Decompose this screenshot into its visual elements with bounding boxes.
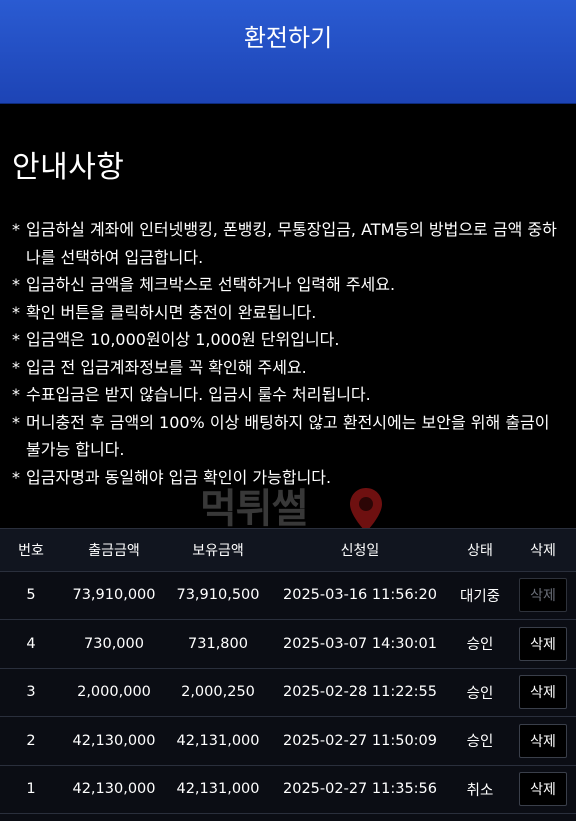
header-balance: 보유금액 <box>166 529 270 572</box>
page-header: 환전하기 <box>0 0 576 104</box>
notice-item: * 수표입금은 받지 않습니다. 입금시 룰수 처리됩니다. <box>12 381 564 409</box>
balance-amount: 731,800 <box>166 619 270 669</box>
notice-item-text: 입금 전 입금계좌정보를 꼭 확인해 주세요. <box>26 357 307 377</box>
withdraw-amount: 42,130,000 <box>62 765 166 814</box>
bullet-asterisk: * <box>12 385 20 404</box>
request-date: 2025-02-27 11:50:09 <box>270 716 450 766</box>
withdraw-amount: 730,000 <box>62 619 166 669</box>
notice-item: * 머니충전 후 금액의 100% 이상 배팅하지 않고 환전시에는 보안을 위해… <box>12 409 564 464</box>
map-pin-icon <box>350 488 382 532</box>
row-number: 4 <box>0 619 62 669</box>
header-status: 상태 <box>450 529 510 572</box>
delete-button[interactable]: 삭제 <box>519 675 567 710</box>
status-badge: 승인 <box>450 668 510 717</box>
header-number: 번호 <box>0 529 62 572</box>
delete-cell: 삭제 <box>510 765 576 814</box>
bullet-asterisk: * <box>12 220 20 239</box>
withdraw-amount: 42,130,000 <box>62 716 166 766</box>
row-number: 5 <box>0 571 62 620</box>
bullet-asterisk: * <box>12 302 20 322</box>
table-row: 3 2,000,000 2,000,250 2025-02-28 11:22:55 승인… <box>0 668 576 717</box>
notice-item-text: 입금액은 10,000원이상 1,000원 단위입니다. <box>26 330 340 349</box>
request-date: 2025-03-07 14:30:01 <box>270 619 450 669</box>
row-number: 3 <box>0 668 62 717</box>
header-withdraw-amount: 출금금액 <box>62 529 166 572</box>
status-badge: 승인 <box>450 619 510 669</box>
notice-list: * 입금하실 계좌에 인터넷뱅킹, 폰뱅킹, 무통장입금, ATM등의 방법으로 … <box>12 216 564 491</box>
table-row: 1 42,130,000 42,131,000 2025-02-27 11:35:56… <box>0 765 576 814</box>
header-delete: 삭제 <box>510 529 576 572</box>
delete-button[interactable]: 삭제 <box>519 626 567 661</box>
bullet-asterisk: * <box>12 275 20 294</box>
bullet-asterisk: * <box>12 467 20 487</box>
notice-item: * 입금자명과 동일해야 입금 확인이 가능합니다. <box>12 464 564 492</box>
bullet-asterisk: * <box>12 357 20 377</box>
bullet-asterisk: * <box>12 330 20 349</box>
bullet-asterisk: * <box>12 412 20 432</box>
notice-item: * 입금액은 10,000원이상 1,000원 단위입니다. <box>12 326 564 354</box>
balance-amount: 42,131,000 <box>166 716 270 766</box>
withdraw-history-table: 번호 출금금액 보유금액 신청일 상태 삭제 5 73,910,000 73,910… <box>0 528 576 821</box>
balance-amount: 42,131,000 <box>166 765 270 814</box>
notice-item: * 확인 버튼을 클릭하시면 충전이 완료됩니다. <box>12 299 564 327</box>
notice-item-text: 머니충전 후 금액의 100% 이상 배팅하지 않고 환전시에는 보안을 위해 … <box>26 412 550 460</box>
delete-cell: 삭제 <box>510 716 576 766</box>
page-title: 환전하기 <box>243 24 333 52</box>
notice-item: * 입금 전 입금계좌정보를 꼭 확인해 주세요. <box>12 354 564 382</box>
table-row: 5 73,910,000 73,910,500 2025-03-16 11:56:20… <box>0 571 576 620</box>
delete-cell: 삭제 <box>510 619 576 669</box>
status-badge: 대기중 <box>450 571 510 620</box>
row-number: 2 <box>0 716 62 766</box>
request-date: 2025-02-28 11:22:55 <box>270 668 450 717</box>
table-header-row: 번호 출금금액 보유금액 신청일 상태 삭제 <box>0 529 576 572</box>
table-body: 5 73,910,000 73,910,500 2025-03-16 11:56:20… <box>0 571 576 814</box>
header-request-date: 신청일 <box>270 529 450 572</box>
withdraw-amount: 73,910,000 <box>62 571 166 620</box>
delete-button[interactable]: 삭제 <box>519 723 567 758</box>
table-row: 2 42,130,000 42,131,000 2025-02-27 11:50:09… <box>0 716 576 766</box>
delete-button[interactable]: 삭제 <box>519 772 567 807</box>
notice-item-text: 확인 버튼을 클릭하시면 충전이 완료됩니다. <box>26 302 317 322</box>
notice-title: 안내사항 <box>12 150 125 185</box>
delete-cell: 삭제 <box>510 668 576 717</box>
notice-item-text: 수표입금은 받지 않습니다. 입금시 룰수 처리됩니다. <box>26 385 371 404</box>
status-badge: 승인 <box>450 716 510 766</box>
notice-item: * 입금하신 금액을 체크박스로 선택하거나 입력해 주세요. <box>12 271 564 299</box>
notice-item: * 입금하실 계좌에 인터넷뱅킹, 폰뱅킹, 무통장입금, ATM등의 방법으로 … <box>12 216 564 271</box>
row-number: 1 <box>0 765 62 814</box>
withdraw-amount: 2,000,000 <box>62 668 166 717</box>
delete-button[interactable]: 삭제 <box>519 578 567 613</box>
notice-section: 안내사항 * 입금하실 계좌에 인터넷뱅킹, 폰뱅킹, 무통장입금, ATM등의 … <box>0 104 576 532</box>
status-badge: 취소 <box>450 765 510 814</box>
notice-item-text: 입금하신 금액을 체크박스로 선택하거나 입력해 주세요. <box>26 275 396 294</box>
notice-item-text: 입금하실 계좌에 인터넷뱅킹, 폰뱅킹, 무통장입금, ATM등의 방법으로 금… <box>26 220 557 267</box>
request-date: 2025-02-27 11:35:56 <box>270 765 450 814</box>
balance-amount: 2,000,250 <box>166 668 270 717</box>
request-date: 2025-03-16 11:56:20 <box>270 571 450 620</box>
delete-cell: 삭제 <box>510 571 576 620</box>
notice-item-text: 입금자명과 동일해야 입금 확인이 가능합니다. <box>26 467 332 487</box>
balance-amount: 73,910,500 <box>166 571 270 620</box>
table-row: 4 730,000 731,800 2025-03-07 14:30:01 승인 삭제 <box>0 619 576 669</box>
